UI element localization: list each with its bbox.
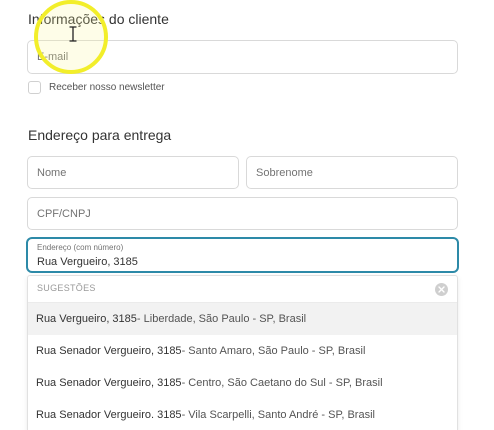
last-name-field[interactable]: Sobrenome [246, 156, 458, 189]
newsletter-label: Receber nosso newsletter [49, 82, 165, 93]
suggestion-locality: - Vila Scarpelli, Santo André - SP, Bras… [181, 409, 375, 421]
first-name-placeholder: Nome [37, 166, 67, 179]
suggestion-street: Rua Senador Vergueiro, 3185 [36, 345, 182, 357]
suggestion-locality: - Centro, São Caetano do Sul - SP, Brasi… [181, 377, 383, 389]
suggestion-street: Rua Senador Vergueiro, 3185 [36, 377, 182, 389]
first-name-field[interactable]: Nome [27, 156, 239, 189]
close-icon [438, 286, 445, 293]
suggestions-header-label: SUGESTÕES [37, 283, 96, 293]
cpf-cnpj-field[interactable]: CPF/CNPJ [27, 197, 458, 230]
shipping-address-title: Endereço para entrega [28, 127, 172, 143]
suggestion-locality: - Liberdade, São Paulo - SP, Brasil [136, 313, 307, 325]
customer-info-title: Informações do cliente [28, 11, 169, 27]
suggestions-header: SUGESTÕES [28, 276, 457, 303]
suggestion-item[interactable]: Rua Senador Vergueiro, 3185 - Centro, Sã… [28, 367, 457, 399]
newsletter-option[interactable]: Receber nosso newsletter [28, 81, 165, 94]
address-field[interactable]: Endereço (com número) Rua Vergueiro, 318… [27, 238, 458, 272]
suggestion-street: Rua Vergueiro, 3185 [36, 313, 137, 325]
clear-suggestions-icon[interactable] [435, 283, 448, 296]
address-field-label: Endereço (com número) [37, 243, 124, 252]
email-field[interactable]: E-mail [27, 40, 458, 74]
email-placeholder: E-mail [37, 51, 69, 63]
newsletter-checkbox[interactable] [28, 81, 41, 94]
suggestion-locality: - Santo Amaro, São Paulo - SP, Brasil [181, 345, 366, 357]
suggestion-item[interactable]: Rua Senador Vergueiro, 3185 - Santo Amar… [28, 335, 457, 367]
address-suggestions-dropdown: SUGESTÕES Rua Vergueiro, 3185 - Liberdad… [27, 275, 458, 430]
suggestion-item[interactable]: Rua Senador Vergueiro. 3185 - Vila Scarp… [28, 399, 457, 430]
suggestion-item[interactable]: Rua Vergueiro, 3185 - Liberdade, São Pau… [28, 303, 457, 335]
address-field-value[interactable]: Rua Vergueiro, 3185 [37, 256, 138, 268]
cpf-cnpj-placeholder: CPF/CNPJ [37, 207, 91, 220]
last-name-placeholder: Sobrenome [256, 166, 313, 179]
suggestion-street: Rua Senador Vergueiro. 3185 [36, 409, 182, 421]
